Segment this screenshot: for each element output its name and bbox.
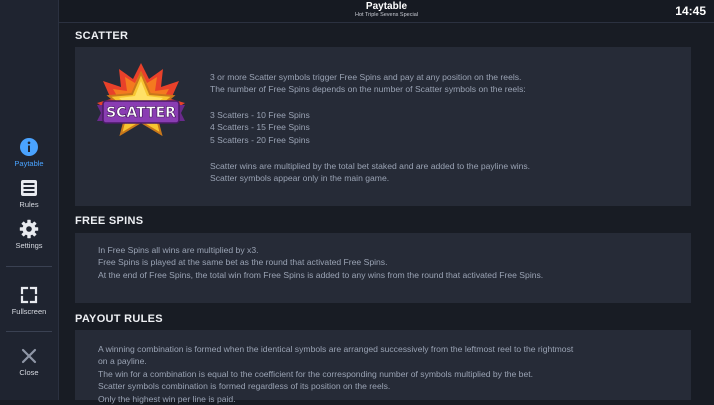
section-title-payout-rules: PAYOUT RULES <box>75 313 163 325</box>
free-spins-text-line: At the end of Free Spins, the total win … <box>98 270 544 280</box>
sidebar-item-fullscreen[interactable]: Fullscreen <box>0 285 58 316</box>
sidebar-divider <box>6 266 52 267</box>
scatter-text-line: Scatter symbols appear only in the main … <box>210 173 390 183</box>
payout-rules-text-line: Only the highest win per line is paid. <box>98 394 236 404</box>
sidebar-divider <box>6 331 52 332</box>
free-spins-text-line: In Free Spins all wins are multiplied by… <box>98 245 259 255</box>
section-title-free-spins: FREE SPINS <box>75 215 144 227</box>
sidebar-item-label: Close <box>19 368 39 377</box>
free-spins-text-line: Free Spins is played at the same bet as … <box>98 257 388 267</box>
scatter-text-line: 5 Scatters - 20 Free Spins <box>210 135 310 145</box>
clock: 14:45 <box>675 4 706 18</box>
sidebar: Paytable Rules Settings Fullscreen Close <box>0 0 59 400</box>
sidebar-item-label: Settings <box>15 241 43 250</box>
sidebar-item-rules[interactable]: Rules <box>0 178 58 209</box>
page-title: Paytable <box>365 1 408 12</box>
payout-rules-text-line: Scatter symbols combination is formed re… <box>98 381 391 391</box>
info-icon <box>20 138 38 156</box>
gear-icon <box>19 219 39 239</box>
payout-rules-text-line: A winning combination is formed when the… <box>98 344 574 354</box>
section-title-scatter: SCATTER <box>75 30 129 42</box>
sidebar-item-label: Rules <box>19 200 39 209</box>
scatter-badge-text: SCATTER <box>106 105 176 121</box>
header-bar: Paytable Hot Triple Sevens Special 14:45 <box>59 0 714 23</box>
game-name: Hot Triple Sevens Special <box>355 12 418 18</box>
free-spins-panel: In Free Spins all wins are multiplied by… <box>75 233 691 303</box>
scatter-text-line: 3 or more Scatter symbols trigger Free S… <box>210 72 522 82</box>
scatter-text-line: The number of Free Spins depends on the … <box>210 84 526 94</box>
sidebar-item-paytable[interactable]: Paytable <box>0 137 58 168</box>
sidebar-item-label: Fullscreen <box>11 307 47 316</box>
payout-rules-text-line: on a payline. <box>98 356 147 366</box>
list-icon <box>21 180 37 196</box>
fullscreen-icon <box>20 286 38 304</box>
close-icon <box>21 348 37 364</box>
sidebar-item-settings[interactable]: Settings <box>0 219 58 250</box>
payout-rules-text-line: The win for a combination is equal to th… <box>98 369 534 379</box>
sidebar-item-label: Paytable <box>14 159 44 168</box>
scatter-text-line: 4 Scatters - 15 Free Spins <box>210 122 310 132</box>
payout-rules-panel: A winning combination is formed when the… <box>75 330 691 404</box>
scatter-text-line: Scatter wins are multiplied by the total… <box>210 161 531 171</box>
sidebar-item-close[interactable]: Close <box>0 346 58 377</box>
scatter-symbol: SCATTER <box>97 63 185 137</box>
scatter-panel: SCATTER 3 or more Scatter symbols trigge… <box>75 47 691 206</box>
scatter-text-line: 3 Scatters - 10 Free Spins <box>210 110 310 120</box>
